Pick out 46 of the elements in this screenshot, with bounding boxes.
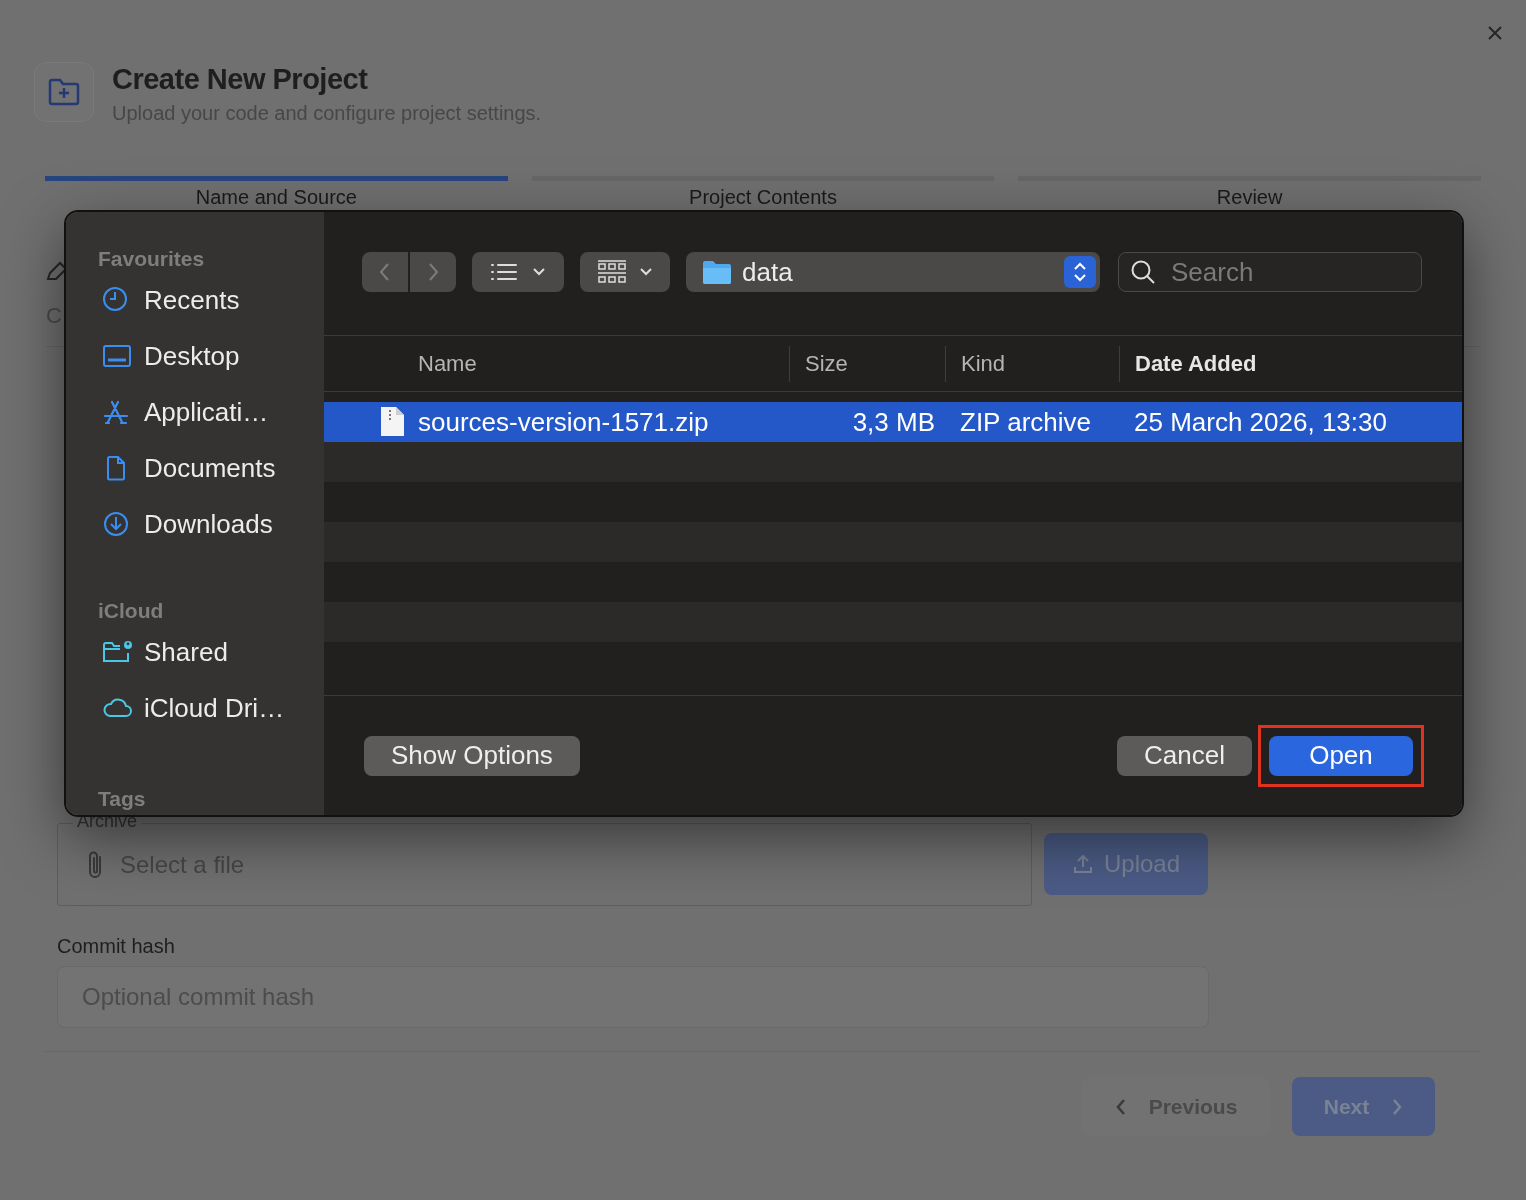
close-icon[interactable] [1487, 25, 1503, 41]
file-row[interactable]: sources-version-1571.zip 3,3 MB ZIP archive 25 March 2026, 13:30 [324, 402, 1462, 442]
file-size: 3,3 MB [852, 405, 935, 439]
chevron-left-icon [379, 262, 391, 282]
column-header[interactable]: Size [789, 345, 945, 382]
sidebar-item[interactable]: Shared [68, 624, 314, 680]
list-view-button[interactable] [472, 252, 564, 292]
folder-icon [702, 259, 732, 285]
chevron-right-icon [1391, 1097, 1404, 1116]
column-header[interactable]: Date Added [1119, 345, 1462, 382]
sidebar-item[interactable]: Documents [68, 440, 314, 496]
sidebar-item[interactable]: iCloud Dri… [68, 680, 314, 736]
sidebar-item[interactable]: Applicati… [68, 384, 314, 440]
chevron-right-icon [427, 262, 439, 282]
field-label: Commit hash [57, 936, 176, 956]
column-header[interactable]: Kind [945, 345, 1119, 382]
sidebar-item[interactable]: Recents [68, 272, 314, 328]
dialog-button[interactable]: Open [1269, 735, 1413, 776]
desktop-icon [102, 342, 132, 370]
dialog-button[interactable]: Show Options [364, 735, 580, 776]
list-icon [490, 262, 518, 282]
chevron-down-icon [639, 267, 653, 277]
back-button[interactable] [362, 252, 408, 292]
search-icon [1130, 259, 1156, 285]
location-dropdown[interactable]: data [686, 252, 1100, 292]
page-title: Create New Project [112, 62, 369, 96]
sidebar-heading: iCloud [98, 598, 165, 624]
forward-button[interactable] [410, 252, 456, 292]
folder-plus-icon [34, 62, 94, 122]
chevron-left-icon [1114, 1097, 1127, 1116]
file-date: 25 March 2026, 13:30 [1134, 405, 1387, 439]
chevron-down-icon [532, 267, 546, 277]
zip-file-icon [378, 406, 406, 438]
file-name: sources-version-1571.zip [418, 405, 709, 439]
upload-icon [1071, 853, 1094, 875]
dialog-button[interactable]: Cancel [1117, 735, 1252, 776]
search-field[interactable]: Search [1118, 252, 1422, 292]
sidebar-item[interactable]: Desktop [68, 328, 314, 384]
file-kind: ZIP archive [960, 405, 1091, 439]
sidebar-heading: Tags [98, 786, 147, 812]
column-header[interactable]: Name [324, 345, 789, 382]
sidebar-item[interactable]: Downloads [68, 496, 314, 552]
sidebar-heading: Favourites [98, 246, 206, 272]
grid-icon [597, 259, 627, 285]
stepper-icon [1064, 256, 1096, 288]
grid-view-button[interactable] [580, 252, 670, 292]
